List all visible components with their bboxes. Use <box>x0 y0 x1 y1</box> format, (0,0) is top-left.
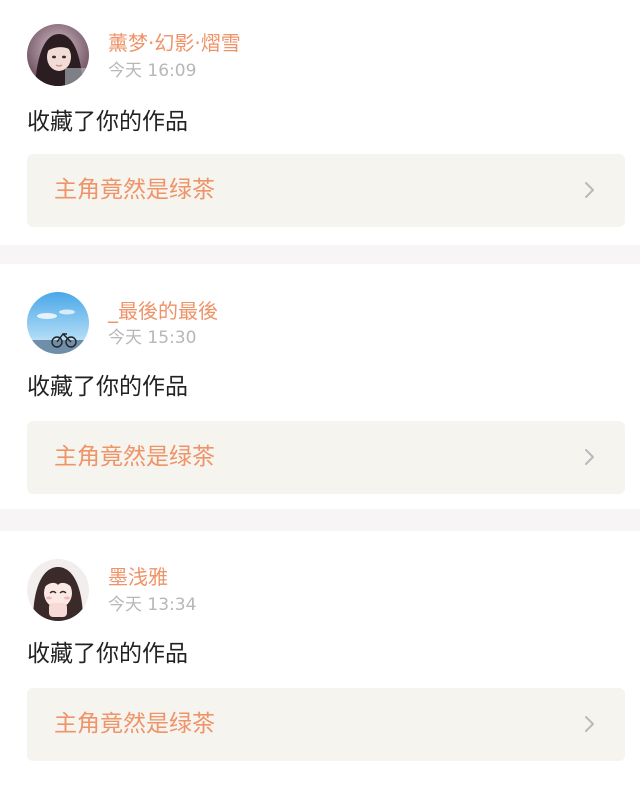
work-title: 主角竟然是绿茶 <box>54 444 215 470</box>
work-title: 主角竟然是绿茶 <box>54 711 215 737</box>
user-avatar[interactable] <box>27 292 89 354</box>
timestamp: 今天 15:30 <box>108 328 197 348</box>
user-avatar-anime-girl-icon <box>27 559 89 621</box>
action-text: 收藏了你的作品 <box>27 641 188 667</box>
action-text: 收藏了你的作品 <box>27 374 188 400</box>
username[interactable]: 薰梦·幻影·熠雪 <box>108 30 241 56</box>
user-avatar-photo-icon <box>27 24 89 86</box>
chevron-right-icon <box>579 714 599 734</box>
user-avatar-sky-bicycle-icon <box>27 292 89 354</box>
timestamp: 今天 13:34 <box>108 595 197 615</box>
timestamp: 今天 16:09 <box>108 61 197 81</box>
notification-card: 墨浅雅 今天 13:34 收藏了你的作品 主角竟然是绿茶 <box>0 531 640 785</box>
work-link[interactable]: 主角竟然是绿茶 <box>27 421 625 494</box>
action-text: 收藏了你的作品 <box>27 109 188 135</box>
work-link[interactable]: 主角竟然是绿茶 <box>27 154 625 227</box>
work-title: 主角竟然是绿茶 <box>54 177 215 203</box>
notification-card: _最後的最後 今天 15:30 收藏了你的作品 主角竟然是绿茶 <box>0 264 640 509</box>
chevron-right-icon <box>579 180 599 200</box>
username[interactable]: _最後的最後 <box>108 298 218 324</box>
chevron-right-icon <box>579 447 599 467</box>
notification-card: 薰梦·幻影·熠雪 今天 16:09 收藏了你的作品 主角竟然是绿茶 <box>0 0 640 245</box>
user-avatar[interactable] <box>27 24 89 86</box>
user-avatar[interactable] <box>27 559 89 621</box>
username[interactable]: 墨浅雅 <box>108 564 168 590</box>
work-link[interactable]: 主角竟然是绿茶 <box>27 688 625 761</box>
